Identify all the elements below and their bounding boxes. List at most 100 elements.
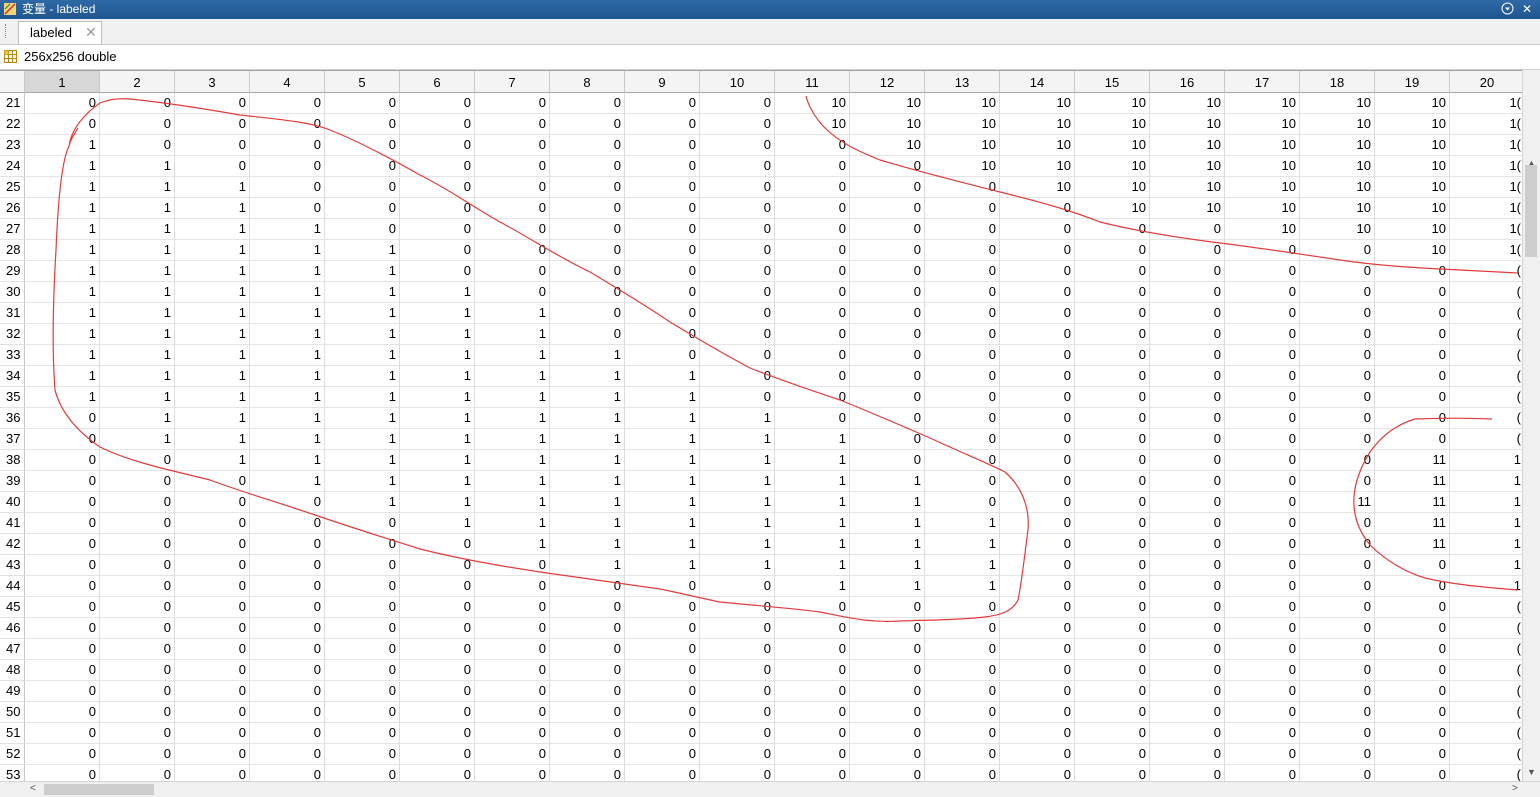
grid-cell[interactable]: 0 bbox=[700, 198, 775, 219]
grid-cell[interactable]: 0 bbox=[1300, 618, 1375, 639]
grid-cell[interactable]: 0 bbox=[625, 660, 700, 681]
grid-cell[interactable]: 0 bbox=[475, 639, 550, 660]
grid-cell[interactable]: 1 bbox=[175, 240, 250, 261]
grid-cell[interactable]: 0 bbox=[175, 618, 250, 639]
column-header-12[interactable]: 12 bbox=[850, 71, 925, 93]
grid-cell[interactable]: 10 bbox=[1150, 93, 1225, 114]
grid-cell[interactable]: 0 bbox=[625, 765, 700, 782]
grid-cell[interactable]: 0 bbox=[25, 765, 100, 782]
grid-cell[interactable]: 1 bbox=[475, 429, 550, 450]
grid-cell[interactable]: 1 bbox=[475, 303, 550, 324]
grid-cell[interactable]: 0 bbox=[250, 744, 325, 765]
grid-cell[interactable]: 0 bbox=[850, 366, 925, 387]
grid-cell[interactable]: ( bbox=[1450, 744, 1522, 765]
grid-cell[interactable]: 0 bbox=[325, 702, 400, 723]
grid-cell[interactable]: 1 bbox=[175, 303, 250, 324]
grid-cell[interactable]: 0 bbox=[1000, 723, 1075, 744]
grid-cell[interactable]: 1 bbox=[175, 219, 250, 240]
grid-cell[interactable]: 11 bbox=[1375, 534, 1450, 555]
grid-cell[interactable]: 0 bbox=[1225, 744, 1300, 765]
grid-cell[interactable]: 0 bbox=[1000, 702, 1075, 723]
grid-cell[interactable]: 0 bbox=[625, 723, 700, 744]
grid-cell[interactable]: ( bbox=[1450, 324, 1522, 345]
grid-cell[interactable]: 1 bbox=[925, 555, 1000, 576]
grid-cell[interactable]: 10 bbox=[1300, 114, 1375, 135]
grid-cell[interactable]: 0 bbox=[1300, 744, 1375, 765]
grid-cell[interactable]: 0 bbox=[1375, 639, 1450, 660]
grid-cell[interactable]: 0 bbox=[550, 618, 625, 639]
column-header-17[interactable]: 17 bbox=[1225, 71, 1300, 93]
grid-cell[interactable]: 1 bbox=[25, 282, 100, 303]
grid-cell[interactable]: 0 bbox=[475, 681, 550, 702]
grid-cell[interactable]: 0 bbox=[1225, 702, 1300, 723]
grid-cell[interactable]: 1 bbox=[25, 345, 100, 366]
grid-corner[interactable] bbox=[0, 71, 25, 93]
grid-cell[interactable]: 0 bbox=[100, 660, 175, 681]
grid-cell[interactable]: 0 bbox=[1000, 345, 1075, 366]
grid-cell[interactable]: 0 bbox=[100, 702, 175, 723]
row-header-24[interactable]: 24 bbox=[0, 156, 25, 177]
grid-cell[interactable]: 0 bbox=[325, 93, 400, 114]
grid-cell[interactable]: 1 bbox=[700, 513, 775, 534]
grid-cell[interactable]: 1( bbox=[1450, 156, 1522, 177]
grid-cell[interactable]: 0 bbox=[250, 765, 325, 782]
grid-cell[interactable]: 10 bbox=[1000, 93, 1075, 114]
row-header-45[interactable]: 45 bbox=[0, 597, 25, 618]
grid-cell[interactable]: 0 bbox=[925, 681, 1000, 702]
grid-cell[interactable]: 0 bbox=[100, 114, 175, 135]
grid-cell[interactable]: 1 bbox=[400, 366, 475, 387]
grid-cell[interactable]: 0 bbox=[700, 723, 775, 744]
grid-cell[interactable]: 0 bbox=[325, 555, 400, 576]
grid-cell[interactable]: 0 bbox=[700, 702, 775, 723]
grid-cell[interactable]: 0 bbox=[1000, 513, 1075, 534]
grid-cell[interactable]: 1 bbox=[700, 429, 775, 450]
grid-cell[interactable]: 10 bbox=[1000, 135, 1075, 156]
grid-cell[interactable]: 1 bbox=[475, 366, 550, 387]
grid-cell[interactable]: 0 bbox=[700, 177, 775, 198]
grid-cell[interactable]: 0 bbox=[175, 471, 250, 492]
grid-cell[interactable]: 1 bbox=[475, 450, 550, 471]
grid-cell[interactable]: 0 bbox=[175, 597, 250, 618]
grid-cell[interactable]: 10 bbox=[1150, 198, 1225, 219]
grid-cell[interactable]: 0 bbox=[1225, 492, 1300, 513]
grid-cell[interactable]: 0 bbox=[925, 765, 1000, 782]
grid-cell[interactable]: 0 bbox=[1300, 261, 1375, 282]
grid-cell[interactable]: 0 bbox=[700, 240, 775, 261]
grid-cell[interactable]: 1 bbox=[250, 282, 325, 303]
grid-cell[interactable]: 1 bbox=[775, 450, 850, 471]
grid-cell[interactable]: 1 bbox=[100, 156, 175, 177]
grid-cell[interactable]: 0 bbox=[1300, 471, 1375, 492]
grid-cell[interactable]: 0 bbox=[250, 534, 325, 555]
grid-cell[interactable]: 0 bbox=[925, 303, 1000, 324]
grid-cell[interactable]: 0 bbox=[625, 282, 700, 303]
grid-cell[interactable]: 0 bbox=[700, 93, 775, 114]
grid-cell[interactable]: 0 bbox=[475, 114, 550, 135]
grid-cell[interactable]: 1 bbox=[475, 492, 550, 513]
grid-cell[interactable]: 0 bbox=[850, 597, 925, 618]
grid-cell[interactable]: 0 bbox=[1375, 681, 1450, 702]
row-header-40[interactable]: 40 bbox=[0, 492, 25, 513]
column-header-9[interactable]: 9 bbox=[625, 71, 700, 93]
grid-cell[interactable]: 0 bbox=[1225, 534, 1300, 555]
grid-cell[interactable]: 0 bbox=[1000, 639, 1075, 660]
grid-cell[interactable]: 0 bbox=[1300, 576, 1375, 597]
grid-cell[interactable]: 0 bbox=[1375, 261, 1450, 282]
row-header-48[interactable]: 48 bbox=[0, 660, 25, 681]
grid-cell[interactable]: 0 bbox=[1225, 618, 1300, 639]
grid-cell[interactable]: 0 bbox=[1375, 324, 1450, 345]
row-header-23[interactable]: 23 bbox=[0, 135, 25, 156]
grid-cell[interactable]: 10 bbox=[925, 114, 1000, 135]
grid-cell[interactable]: 0 bbox=[400, 723, 475, 744]
grid-cell[interactable]: 1 bbox=[850, 513, 925, 534]
grid-cell[interactable]: 0 bbox=[475, 198, 550, 219]
grid-cell[interactable]: 0 bbox=[700, 366, 775, 387]
grid-cell[interactable]: ( bbox=[1450, 282, 1522, 303]
grid-cell[interactable]: 0 bbox=[850, 702, 925, 723]
grid-cell[interactable]: 10 bbox=[1075, 156, 1150, 177]
grid-cell[interactable]: 0 bbox=[775, 156, 850, 177]
grid-cell[interactable]: 10 bbox=[1375, 219, 1450, 240]
grid-cell[interactable]: 1 bbox=[25, 198, 100, 219]
grid-cell[interactable]: 0 bbox=[1075, 261, 1150, 282]
grid-cell[interactable]: 0 bbox=[1225, 429, 1300, 450]
grid-cell[interactable]: 0 bbox=[850, 639, 925, 660]
